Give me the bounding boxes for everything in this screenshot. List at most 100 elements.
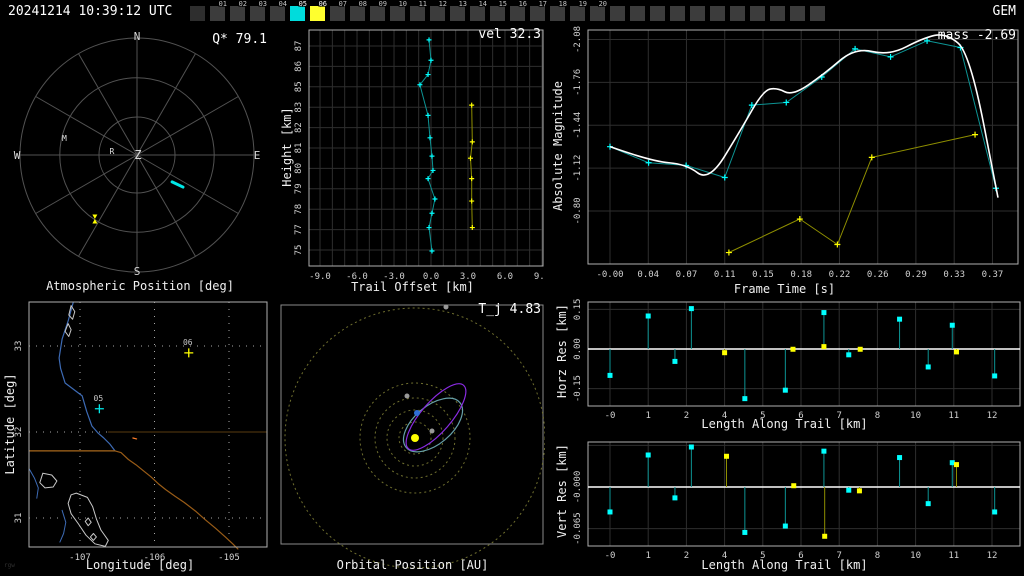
camera-box-06[interactable]: 06 bbox=[310, 0, 327, 21]
camera-box-07[interactable]: 07 bbox=[330, 0, 347, 21]
camera-box[interactable] bbox=[770, 6, 785, 21]
camera-box-15[interactable]: 15 bbox=[490, 0, 507, 21]
horz-x-axis-label: Length Along Trail [km] bbox=[701, 417, 868, 431]
svg-text:-0.000: -0.000 bbox=[573, 471, 583, 504]
series-camera-06 bbox=[467, 102, 475, 231]
svg-text:77: 77 bbox=[294, 224, 304, 235]
svg-text:0.22: 0.22 bbox=[829, 270, 851, 280]
camera-box[interactable] bbox=[690, 6, 705, 21]
vert-res-plot: -0 1 2 4 5 6 7 8 10 11 12-0.000-0.065 bbox=[573, 441, 1021, 561]
camera-box-label: 15 bbox=[498, 0, 507, 8]
svg-text:-0.15: -0.15 bbox=[573, 375, 583, 402]
svg-text:80: 80 bbox=[294, 163, 304, 174]
trail-offset-panel: -9.0-6.0-3.00.03.06.09.08786858382818079… bbox=[280, 24, 545, 296]
camera-box-label: 17 bbox=[538, 0, 547, 8]
camera-box-08[interactable]: 08 bbox=[350, 0, 367, 21]
camera-box[interactable] bbox=[670, 6, 685, 21]
horizontal-residuals-panel: -0 1 2 4 5 6 7 8 10 11 12 0.15 0.00 -0.15 Horz Res [k… bbox=[545, 296, 1024, 436]
orbit-title: Orbital Position [AU] bbox=[336, 558, 489, 572]
svg-text:-1.12: -1.12 bbox=[573, 155, 583, 182]
svg-text:75: 75 bbox=[294, 245, 304, 256]
svg-text:85: 85 bbox=[294, 81, 304, 92]
camera-box[interactable] bbox=[810, 6, 825, 21]
svg-text:0.26: 0.26 bbox=[867, 270, 889, 280]
camera-box-label: 08 bbox=[358, 0, 367, 8]
svg-text:83: 83 bbox=[294, 102, 304, 113]
camera-box[interactable] bbox=[710, 6, 725, 21]
svg-text:81: 81 bbox=[294, 143, 304, 154]
svg-text:79: 79 bbox=[294, 183, 304, 194]
trail-tick-labels: -9.0-6.0-3.00.03.06.09.08786858382818079… bbox=[294, 41, 545, 282]
camera-box-11[interactable]: 11 bbox=[410, 0, 427, 21]
feature-contour-d-inner2 bbox=[89, 533, 97, 541]
svg-text:06: 06 bbox=[183, 338, 193, 347]
light-curve-panel: -0.00 0.04 0.07 0.11 0.15 0.18 0.22 0.26 0.29 0.3… bbox=[545, 24, 1024, 296]
camera-box[interactable] bbox=[630, 6, 645, 21]
mag-tick-labels: -0.00 0.04 0.07 0.11 0.15 0.18 0.22 0.26 0.29 0.3… bbox=[573, 26, 1003, 280]
vert-x-axis-label: Length Along Trail [km] bbox=[701, 558, 868, 572]
camera-box-17[interactable]: 17 bbox=[530, 0, 547, 21]
q-stat: Q* 79.1 bbox=[212, 32, 267, 47]
camera-box-12[interactable]: 12 bbox=[430, 0, 447, 21]
trail-y-axis-label: Height [km] bbox=[280, 107, 294, 187]
camera-box-label: 09 bbox=[378, 0, 387, 8]
trail-offset-plot: -9.0-6.0-3.00.03.06.09.08786858382818079… bbox=[294, 29, 545, 282]
horz-res-plot: -0 1 2 4 5 6 7 8 10 11 120.150.00-0.15 bbox=[573, 299, 1021, 421]
svg-text:78: 78 bbox=[294, 204, 304, 215]
camera-box[interactable] bbox=[650, 6, 665, 21]
camera-box[interactable] bbox=[750, 6, 765, 21]
watermark: rgw bbox=[4, 562, 15, 569]
svg-text:82: 82 bbox=[294, 122, 304, 133]
svg-text:05: 05 bbox=[94, 394, 104, 403]
svg-text:87: 87 bbox=[294, 41, 304, 52]
svg-text:-1.76: -1.76 bbox=[573, 69, 583, 96]
polar-plot: N S W E Z M R bbox=[14, 30, 261, 278]
camera-box-10[interactable]: 10 bbox=[390, 0, 407, 21]
camera-box-05[interactable]: 05 bbox=[290, 0, 307, 21]
camera-box-14[interactable]: 14 bbox=[470, 0, 487, 21]
camera-box-09[interactable]: 09 bbox=[370, 0, 387, 21]
camera-box-04[interactable]: 04 bbox=[270, 0, 287, 21]
camera-box-02[interactable]: 02 bbox=[230, 0, 247, 21]
camera-box[interactable] bbox=[730, 6, 745, 21]
camera-box[interactable] bbox=[610, 6, 625, 21]
map-x-axis-label: Longitude [deg] bbox=[85, 558, 195, 572]
vert-y-axis-label: Vert Res [km] bbox=[555, 444, 569, 538]
svg-text:0.33: 0.33 bbox=[943, 270, 965, 280]
camera-box-20[interactable]: 20 bbox=[590, 0, 607, 21]
map-features bbox=[28, 301, 268, 550]
svg-text:0.18: 0.18 bbox=[790, 270, 812, 280]
camera-box[interactable] bbox=[790, 6, 805, 21]
svg-text:M: M bbox=[62, 134, 67, 143]
trail-x-axis-label: Trail Offset [km] bbox=[351, 280, 474, 294]
series-camera-06 bbox=[725, 131, 979, 256]
camera-box-label: 02 bbox=[238, 0, 247, 8]
camera-box-13[interactable]: 13 bbox=[450, 0, 467, 21]
camera-box-label: 06 bbox=[318, 0, 327, 8]
atmospheric-position-panel: N S W E Z M R Q* 79.1 Atmospheric Position [de… bbox=[0, 24, 280, 296]
vert_res-grid bbox=[588, 442, 1020, 546]
camera-box-19[interactable]: 19 bbox=[570, 0, 587, 21]
camera-box-16[interactable]: 16 bbox=[510, 0, 527, 21]
camera-box-label: 20 bbox=[598, 0, 607, 8]
camera-box-label: 11 bbox=[418, 0, 427, 8]
mass-stat: mass -2.69 bbox=[937, 28, 1016, 43]
camera-box-18[interactable]: 18 bbox=[550, 0, 567, 21]
camera-box-01[interactable]: 01 bbox=[210, 0, 227, 21]
earth-dot bbox=[414, 410, 420, 416]
svg-text:-1.44: -1.44 bbox=[573, 112, 583, 139]
svg-text:E: E bbox=[254, 149, 261, 162]
feature-contour-d-inner bbox=[84, 517, 92, 527]
station-markers: 05 06 bbox=[94, 338, 194, 414]
series-camera-05 bbox=[607, 444, 998, 535]
camera-indicator-row: 01 02 03 04 05 06 07 08 09 10 11 12 13 14 15 16 17 18 19 20 bbox=[190, 0, 830, 21]
svg-text:-2.08: -2.08 bbox=[573, 26, 583, 53]
mag-y-axis-label: Absolute Magnitude bbox=[551, 80, 565, 212]
camera-box-03[interactable]: 03 bbox=[250, 0, 267, 21]
camera-box-label: 04 bbox=[278, 0, 287, 8]
svg-text:S: S bbox=[134, 265, 141, 278]
map-y-axis-label: Latitude [deg] bbox=[3, 373, 17, 475]
camera-box[interactable] bbox=[190, 6, 205, 21]
svg-text:N: N bbox=[134, 30, 141, 43]
series-camera-06 bbox=[724, 453, 959, 539]
